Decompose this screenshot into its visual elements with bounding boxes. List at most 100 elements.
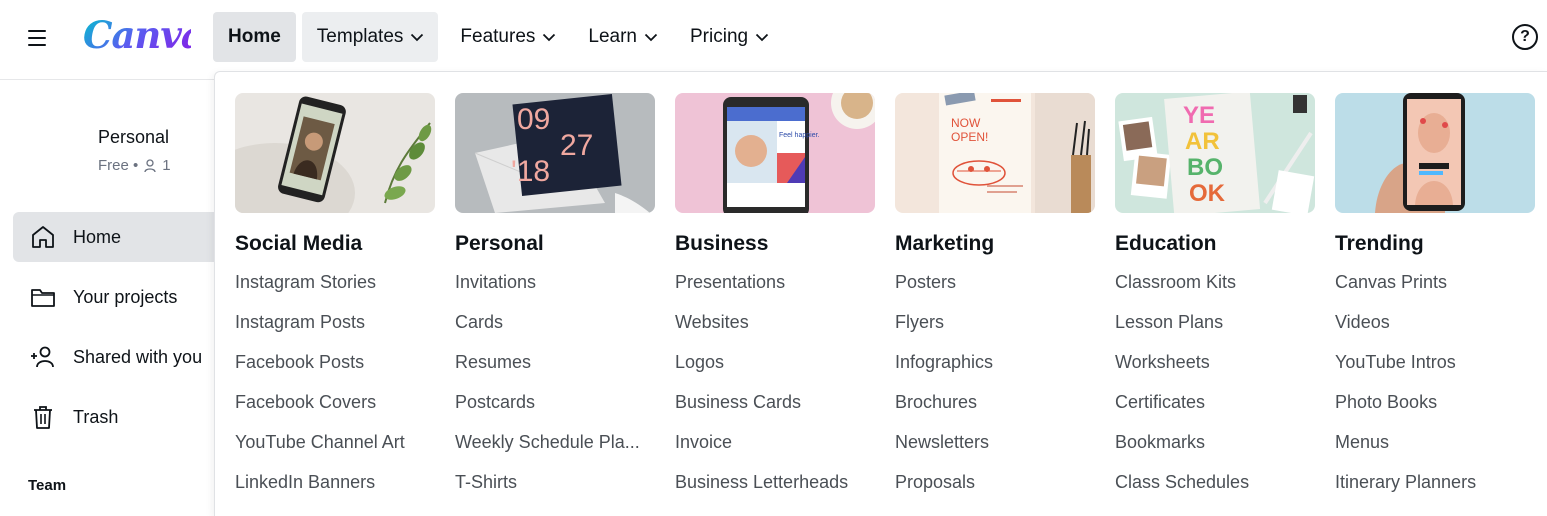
- sidebar-item-home[interactable]: Home: [13, 212, 230, 262]
- trash-icon: [34, 406, 52, 429]
- menu-link[interactable]: Business Cards: [675, 392, 875, 416]
- team-section-label: Team: [28, 477, 67, 494]
- menu-link[interactable]: Classroom Kits: [1115, 272, 1315, 296]
- account-name[interactable]: Personal: [98, 127, 169, 148]
- menu-link[interactable]: Invoice: [675, 432, 875, 456]
- hamburger-menu-icon[interactable]: [26, 27, 50, 49]
- business-thumbnail[interactable]: Feel happier.: [675, 93, 875, 213]
- menu-link[interactable]: Brochures: [895, 392, 1095, 416]
- chevron-down-icon: [411, 33, 424, 41]
- help-icon[interactable]: ?: [1512, 24, 1538, 50]
- shared-users-icon: [31, 346, 54, 368]
- menu-link[interactable]: Cards: [455, 312, 655, 336]
- menu-link[interactable]: Weekly Schedule Pla...: [455, 432, 655, 456]
- canva-logo[interactable]: Canva: [81, 9, 191, 59]
- menu-column-title[interactable]: Personal: [455, 232, 655, 256]
- menu-column-title[interactable]: Business: [675, 232, 875, 256]
- menu-link[interactable]: Photo Books: [1335, 392, 1535, 416]
- top-bar: Canva Home Templates Features Learn Pric…: [0, 0, 1547, 80]
- nav-home[interactable]: Home: [213, 12, 296, 62]
- nav-pricing[interactable]: Pricing: [675, 12, 784, 62]
- nav-features[interactable]: Features: [445, 12, 571, 62]
- nav-templates-label: Templates: [316, 26, 404, 47]
- sidebar-item-label: Trash: [73, 406, 119, 427]
- menu-column-personal: 09 27 '18 Personal Invitations Cards Res…: [455, 93, 655, 496]
- marketing-thumbnail[interactable]: NOW OPEN!: [895, 93, 1095, 213]
- personal-thumbnail[interactable]: 09 27 '18: [455, 93, 655, 213]
- menu-link[interactable]: Invitations: [455, 272, 655, 296]
- menu-link[interactable]: Facebook Covers: [235, 392, 435, 416]
- menu-link[interactable]: Itinerary Planners: [1335, 472, 1535, 496]
- menu-link[interactable]: Class Schedules: [1115, 472, 1315, 496]
- thumb-text-feel-happier: Feel happier.: [779, 132, 820, 139]
- menu-link[interactable]: Lesson Plans: [1115, 312, 1315, 336]
- thumb-text-open: OPEN!: [951, 130, 988, 144]
- menu-column-title[interactable]: Social Media: [235, 232, 435, 256]
- sidebar-item-label: Shared with you: [73, 346, 203, 367]
- menu-column-title[interactable]: Trending: [1335, 232, 1535, 256]
- menu-column-title[interactable]: Marketing: [895, 232, 1095, 256]
- thumb-text-ye: YE: [1183, 102, 1215, 129]
- menu-column-education: YE AR BO OK Education Classroom Kits Les…: [1115, 93, 1315, 496]
- menu-link[interactable]: Flyers: [895, 312, 1095, 336]
- menu-link[interactable]: YouTube Channel Art: [235, 432, 435, 456]
- help-icon-glyph: ?: [1520, 28, 1530, 45]
- member-count: 1: [162, 157, 171, 174]
- menu-link[interactable]: Instagram Posts: [235, 312, 435, 336]
- menu-link[interactable]: Facebook Posts: [235, 352, 435, 376]
- menu-link[interactable]: Postcards: [455, 392, 655, 416]
- menu-link[interactable]: Certificates: [1115, 392, 1315, 416]
- menu-link[interactable]: Menus: [1335, 432, 1535, 456]
- menu-link[interactable]: Resumes: [455, 352, 655, 376]
- social-media-thumbnail[interactable]: [235, 93, 435, 213]
- menu-link[interactable]: Posters: [895, 272, 1095, 296]
- sidebar-item-label: Your projects: [73, 286, 178, 307]
- nav-templates[interactable]: Templates: [301, 12, 439, 62]
- folder-icon: [31, 289, 55, 307]
- menu-link[interactable]: Videos: [1335, 312, 1535, 336]
- account-meta: Free • 1: [98, 157, 171, 174]
- menu-link[interactable]: LinkedIn Banners: [235, 472, 435, 496]
- member-icon: [144, 158, 156, 172]
- thumb-text-bo: BO: [1187, 154, 1223, 181]
- logo-text: Canva: [83, 13, 191, 57]
- templates-dropdown: Social Media Instagram Stories Instagram…: [214, 71, 1547, 516]
- thumb-text-ar: AR: [1185, 128, 1220, 155]
- nav-learn[interactable]: Learn: [573, 12, 673, 62]
- menu-link[interactable]: Canvas Prints: [1335, 272, 1535, 296]
- education-thumbnail[interactable]: YE AR BO OK: [1115, 93, 1315, 213]
- account-plan: Free •: [98, 157, 139, 174]
- main-nav: Home Templates Features Learn Pricing: [213, 12, 784, 62]
- chevron-down-icon: [755, 33, 769, 41]
- chevron-down-icon: [644, 33, 658, 41]
- menu-link[interactable]: Infographics: [895, 352, 1095, 376]
- thumb-text-ok: OK: [1189, 180, 1226, 207]
- menu-link[interactable]: Worksheets: [1115, 352, 1315, 376]
- menu-column-trending: Trending Canvas Prints Videos YouTube In…: [1335, 93, 1535, 496]
- sidebar-item-your-projects[interactable]: Your projects: [13, 272, 230, 322]
- menu-link[interactable]: Business Letterheads: [675, 472, 875, 496]
- menu-column-title[interactable]: Education: [1115, 232, 1315, 256]
- thumb-text-now: NOW: [951, 116, 981, 130]
- nav-pricing-label: Pricing: [690, 26, 749, 47]
- menu-link[interactable]: Newsletters: [895, 432, 1095, 456]
- trending-thumbnail[interactable]: [1335, 93, 1535, 213]
- thumb-text-18: '18: [511, 155, 550, 188]
- menu-link[interactable]: Bookmarks: [1115, 432, 1315, 456]
- thumb-text-09: 09: [517, 103, 550, 136]
- menu-link[interactable]: Proposals: [895, 472, 1095, 496]
- sidebar-item-trash[interactable]: Trash: [13, 392, 230, 442]
- menu-link[interactable]: Logos: [675, 352, 875, 376]
- nav-features-label: Features: [460, 26, 536, 47]
- sidebar-item-shared-with-you[interactable]: Shared with you: [13, 332, 230, 382]
- home-icon: [32, 226, 54, 248]
- menu-link[interactable]: T-Shirts: [455, 472, 655, 496]
- nav-home-label: Home: [228, 26, 281, 47]
- menu-link[interactable]: Websites: [675, 312, 875, 336]
- chevron-down-icon: [543, 33, 556, 41]
- nav-learn-label: Learn: [588, 26, 637, 47]
- menu-link[interactable]: Presentations: [675, 272, 875, 296]
- menu-column-marketing: NOW OPEN! Marketing Posters Flyers Infog…: [895, 93, 1095, 496]
- menu-link[interactable]: YouTube Intros: [1335, 352, 1535, 376]
- menu-link[interactable]: Instagram Stories: [235, 272, 435, 296]
